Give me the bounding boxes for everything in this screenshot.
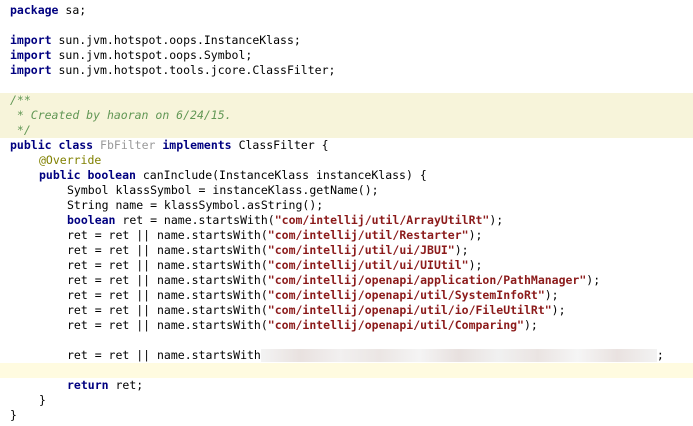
code-line-or-7[interactable]: ret = ret || name.startsWith("com/intell… <box>0 318 693 333</box>
statement-end: ); <box>523 318 538 332</box>
code-line-or-3[interactable]: ret = ret || name.startsWith("com/intell… <box>0 258 693 273</box>
return-value: ret; <box>108 378 144 392</box>
keyword-implements: implements <box>162 138 232 152</box>
statement-or-prefix: ret = ret || name.startsWith( <box>67 273 268 287</box>
doc-comment-prefix: * <box>10 108 31 122</box>
string-literal: "com/intellij/openapi/util/io/FileUtilRt… <box>267 303 552 317</box>
code-line-doc-open[interactable]: /** <box>0 93 693 108</box>
statement-or-prefix: ret = ret || name.startsWith( <box>67 288 268 302</box>
code-line-doc-body[interactable]: * Created by haoran on 6/24/15. <box>0 108 693 123</box>
statement-or-prefix: ret = ret || name.startsWith( <box>67 243 268 257</box>
code-line-class-decl[interactable]: public class FbFilter implements ClassFi… <box>0 138 693 153</box>
code-line-or-4[interactable]: ret = ret || name.startsWith("com/intell… <box>0 273 693 288</box>
statement-end: ); <box>586 273 601 287</box>
code-line-return[interactable]: return ret; <box>0 378 693 393</box>
string-literal: "com/intellij/openapi/util/Comparing" <box>267 318 524 332</box>
statement-end: ); <box>468 228 483 242</box>
import-path: sun.jvm.hotspot.tools.jcore.ClassFilter; <box>51 63 336 77</box>
statement-ret-init: ret = name.startsWith( <box>115 213 275 227</box>
code-line-or-5[interactable]: ret = ret || name.startsWith("com/intell… <box>0 288 693 303</box>
code-line-close-method[interactable]: } <box>0 393 693 408</box>
statement-or-prefix: ret = ret || name.startsWith( <box>67 318 268 332</box>
brace-close: } <box>39 393 46 407</box>
statement-end: ); <box>544 288 559 302</box>
doc-comment-open: /** <box>10 93 31 107</box>
keyword-public: public <box>10 138 52 152</box>
code-line-or-2[interactable]: ret = ret || name.startsWith("com/intell… <box>0 243 693 258</box>
code-line-import-3[interactable]: import sun.jvm.hotspot.tools.jcore.Class… <box>0 63 693 78</box>
statement-end: ); <box>468 258 483 272</box>
keyword-boolean: boolean <box>67 213 116 227</box>
code-line-string[interactable]: String name = klassSymbol.asString(); <box>0 198 693 213</box>
string-literal: "com/intellij/util/ui/JBUI" <box>267 243 455 257</box>
keyword-return: return <box>67 378 109 392</box>
code-line-ret-init[interactable]: boolean ret = name.startsWith("com/intel… <box>0 213 693 228</box>
string-literal: "com/intellij/util/ui/UIUtil" <box>267 258 469 272</box>
keyword-boolean: boolean <box>87 168 136 182</box>
keyword-class: class <box>58 138 94 152</box>
statement-or-prefix: ret = ret || name.startsWith <box>67 348 261 362</box>
statement-or-prefix: ret = ret || name.startsWith( <box>67 303 268 317</box>
doc-comment-close: */ <box>10 123 31 137</box>
annotation-override: @Override <box>39 153 102 167</box>
string-literal: "com/intellij/util/ArrayUtilRt" <box>274 213 490 227</box>
redacted-block <box>260 349 657 362</box>
doc-comment-text: Created by haoran on 6/24/15. <box>30 108 232 122</box>
keyword-public: public <box>39 168 81 182</box>
string-literal: "com/intellij/openapi/application/PathMa… <box>267 273 587 287</box>
code-line-redacted[interactable]: ret = ret || name.startsWith; <box>0 348 693 363</box>
code-line-method-decl[interactable]: public boolean canInclude(InstanceKlass … <box>0 168 693 183</box>
string-literal: "com/intellij/util/Restarter" <box>267 228 469 242</box>
string-literal: "com/intellij/openapi/util/SystemInfoRt" <box>267 288 545 302</box>
code-line-import-2[interactable]: import sun.jvm.hotspot.oops.Symbol; <box>0 48 693 63</box>
code-line-or-1[interactable]: ret = ret || name.startsWith("com/intell… <box>0 228 693 243</box>
statement-end: ; <box>656 348 664 362</box>
code-line-current[interactable] <box>0 363 693 378</box>
import-path: sun.jvm.hotspot.oops.Symbol; <box>51 48 253 62</box>
statement-or-prefix: ret = ret || name.startsWith( <box>67 228 268 242</box>
interface-name: ClassFilter { <box>238 138 329 152</box>
code-line-close-class[interactable]: } <box>0 408 693 423</box>
keyword-import: import <box>10 33 52 47</box>
code-line-symbol[interactable]: Symbol klassSymbol = instanceKlass.getNa… <box>0 183 693 198</box>
keyword-package: package <box>10 3 59 17</box>
code-line-package[interactable]: package sa; <box>0 3 693 18</box>
code-line-doc-close[interactable]: */ <box>0 123 693 138</box>
brace-close: } <box>10 408 17 422</box>
code-line-import-1[interactable]: import sun.jvm.hotspot.oops.InstanceKlas… <box>0 33 693 48</box>
statement-end: ); <box>551 303 566 317</box>
package-name: sa; <box>58 3 87 17</box>
keyword-import: import <box>10 48 52 62</box>
method-signature: canInclude(InstanceKlass instanceKlass) … <box>135 168 427 182</box>
statement-end: ); <box>489 213 504 227</box>
code-editor[interactable]: package sa; import sun.jvm.hotspot.oops.… <box>0 0 693 426</box>
keyword-import: import <box>10 63 52 77</box>
statement-end: ); <box>454 243 469 257</box>
code-line-annotation[interactable]: @Override <box>0 153 693 168</box>
import-path: sun.jvm.hotspot.oops.InstanceKlass; <box>51 33 301 47</box>
statement-or-prefix: ret = ret || name.startsWith( <box>67 258 268 272</box>
statement-string: String name = klassSymbol.asString(); <box>67 198 324 212</box>
code-line-or-6[interactable]: ret = ret || name.startsWith("com/intell… <box>0 303 693 318</box>
class-name: FbFilter <box>100 138 156 152</box>
statement-symbol: Symbol klassSymbol = instanceKlass.getNa… <box>67 183 379 197</box>
